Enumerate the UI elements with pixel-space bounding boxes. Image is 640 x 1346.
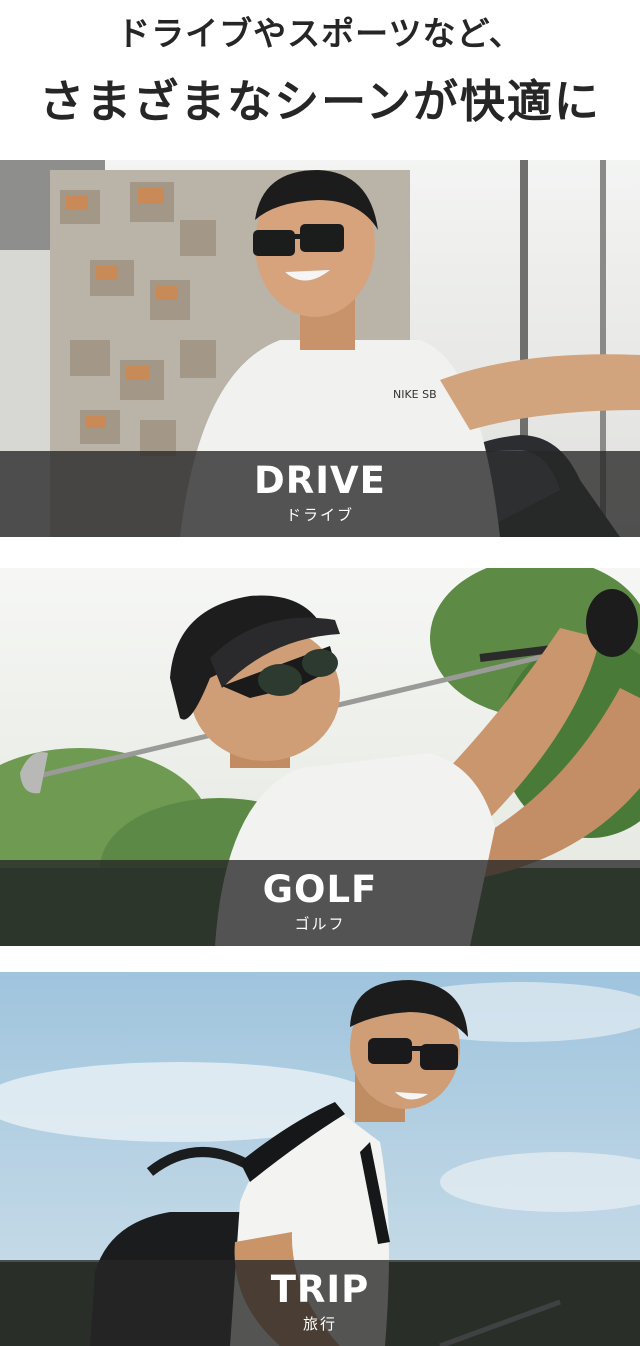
golf-caption-title: GOLF (262, 868, 378, 911)
header-title: さまざまなシーンが快適に (39, 75, 601, 128)
drive-caption-band: DRIVE ドライブ (0, 451, 640, 537)
scene-drive: NIKE SB DRIVE ドライブ (0, 160, 640, 537)
page-header: ドライブやスポーツなど、 さまざまなシーンが快適に (0, 0, 640, 160)
shirt-logo: NIKE SB (393, 388, 437, 401)
trip-caption-subtitle: 旅行 (302, 1315, 337, 1333)
trip-caption-band: TRIP 旅行 (0, 1260, 640, 1346)
golf-caption-band: GOLF ゴルフ (0, 860, 640, 946)
scene-golf: GOLF ゴルフ (0, 568, 640, 946)
header-subtitle: ドライブやスポーツなど、 (117, 14, 523, 53)
drive-caption-title: DRIVE (254, 459, 386, 502)
golf-caption-subtitle: ゴルフ (294, 915, 346, 933)
scene-trip: TRIP 旅行 (0, 972, 640, 1346)
trip-caption-title: TRIP (270, 1268, 370, 1311)
drive-caption-subtitle: ドライブ (285, 506, 354, 524)
